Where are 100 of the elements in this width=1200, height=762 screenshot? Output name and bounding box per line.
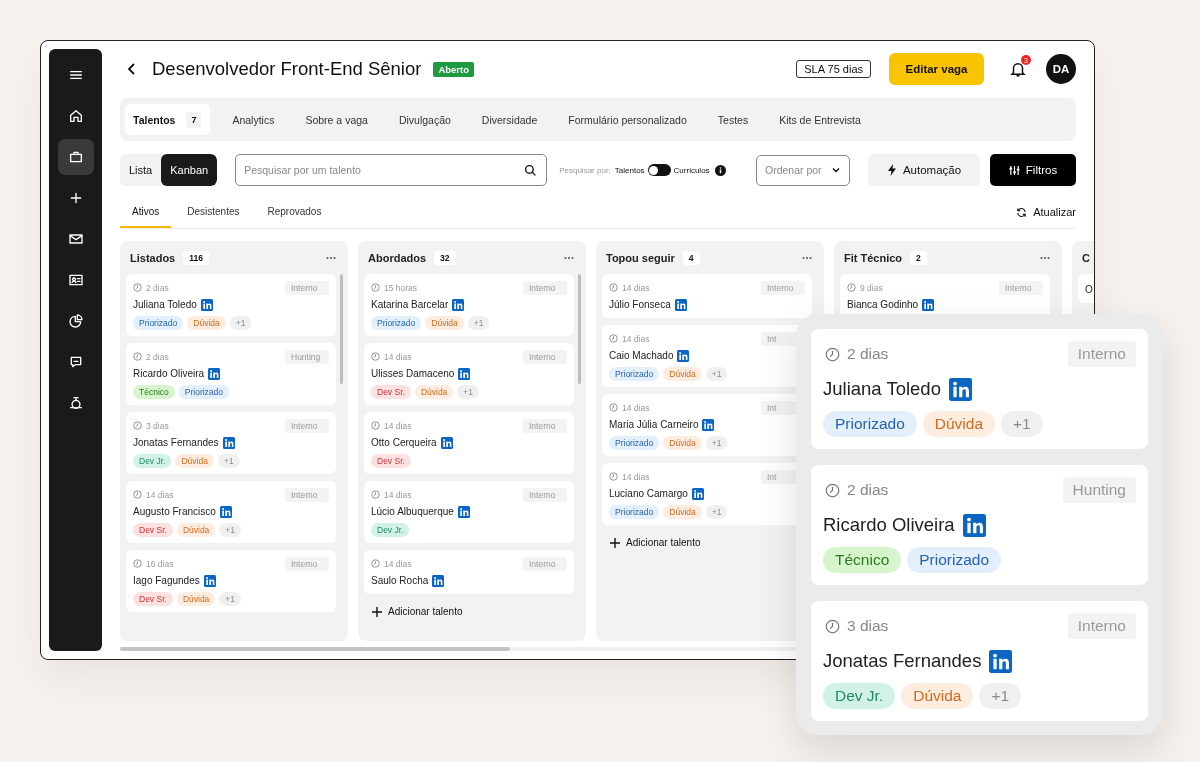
linkedin-icon[interactable]: [457, 505, 470, 518]
linkedin-icon[interactable]: [219, 505, 232, 518]
tag: +1: [229, 315, 252, 330]
clock-icon: [371, 559, 380, 568]
more-icon[interactable]: [326, 255, 336, 260]
more-icon[interactable]: [1040, 255, 1050, 260]
candidate-name: O: [1085, 284, 1093, 295]
elapsed-time: 14 dias: [384, 351, 412, 362]
linkedin-icon[interactable]: [200, 298, 213, 311]
linkedin-icon[interactable]: [674, 298, 687, 311]
candidate-card[interactable]: 2 dias Interno Juliana Toledo Priorizado Dúvida +1: [126, 274, 336, 336]
scrollbar[interactable]: [340, 274, 343, 384]
candidate-card[interactable]: 15 horas Interno Katarina Barcelar Priorizado Dúvida +1: [364, 274, 574, 336]
toggle-switch[interactable]: [647, 164, 671, 176]
search-by-label: Pesquisar por:: [559, 165, 611, 175]
candidate-name: Luciano Camargo: [609, 488, 688, 499]
clock-icon: [847, 283, 856, 292]
linkedin-icon[interactable]: [691, 487, 704, 500]
tab[interactable]: Diversidade: [473, 104, 547, 135]
elapsed-time: 3 dias: [146, 420, 169, 431]
sidebar-item[interactable]: [57, 139, 94, 175]
linkedin-icon[interactable]: [989, 649, 1013, 673]
tab[interactable]: Formulário personalizado: [560, 104, 696, 135]
column-count: 32: [434, 250, 456, 265]
view-option[interactable]: Lista: [120, 154, 162, 186]
briefcase-icon: [67, 149, 84, 165]
linkedin-icon[interactable]: [432, 574, 445, 587]
tag: Dev Jr.: [823, 683, 896, 709]
source-tag: Interno: [523, 418, 567, 433]
add-talent-button[interactable]: Adicionar talento: [610, 537, 701, 548]
candidate-card[interactable]: 14 dias Interno Lúcio Albuquerque Dev Jr.: [364, 481, 574, 543]
linkedin-icon[interactable]: [962, 513, 986, 537]
tag: Dev Sr.: [133, 522, 173, 537]
contact-card-icon: [67, 272, 84, 288]
view-option[interactable]: Kanban: [161, 154, 218, 186]
elapsed-time: 3 dias: [847, 617, 889, 635]
status-tab[interactable]: Reprovados: [255, 196, 334, 228]
sla-badge: SLA 75 dias: [796, 60, 871, 78]
plus-icon: [372, 606, 382, 617]
elapsed-time: 2 dias: [146, 282, 169, 293]
info-icon[interactable]: [714, 164, 726, 176]
add-talent-button[interactable]: Adicionar talento: [372, 606, 463, 617]
candidate-name: Lúcio Albuquerque: [371, 506, 454, 517]
linkedin-icon[interactable]: [922, 298, 935, 311]
scrollbar[interactable]: [120, 647, 510, 651]
candidate-card[interactable]: 3 dias Interno Jonatas Fernandes Dev Jr. Dúvida +1: [126, 412, 336, 474]
tag: +1: [1001, 411, 1043, 437]
status-tab[interactable]: Ativos: [120, 196, 172, 228]
timer-icon: [67, 395, 84, 411]
candidate-card[interactable]: 2 dias Hunting Ricardo Oliveira Técnico Priorizado: [126, 343, 336, 405]
candidate-card[interactable]: 2 dias Interno Juliana Toledo Priorizado Dúvida +1: [811, 329, 1148, 449]
candidate-card[interactable]: 14 dias Interno Ulisses Damaceno Dev Sr. Dúvida +1: [364, 343, 574, 405]
more-icon[interactable]: [564, 255, 574, 260]
candidate-name: Caio Machado: [609, 350, 674, 361]
avatar[interactable]: DA: [1046, 54, 1076, 84]
linkedin-icon[interactable]: [208, 367, 221, 380]
tag: Priorizado: [609, 366, 660, 381]
automation-button[interactable]: Automação: [868, 154, 980, 186]
search-field[interactable]: Pesquisar por um talento: [235, 154, 548, 186]
linkedin-icon[interactable]: [452, 298, 465, 311]
tab[interactable]: Analytics: [224, 104, 284, 135]
linkedin-icon[interactable]: [948, 377, 972, 401]
scrollbar[interactable]: [578, 274, 581, 384]
candidate-card[interactable]: 14 dias Interno Augusto Francisco Dev Sr. Dúvida +1: [126, 481, 336, 543]
candidate-card[interactable]: 16 dias Interno Iago Fagundes Dev Sr. Dúvida +1: [126, 550, 336, 612]
source-tag: Interno: [1067, 613, 1136, 639]
tab[interactable]: Kits de Entrevista: [771, 104, 870, 135]
candidate-card[interactable]: 14 dias Interno Júlio Fonseca: [602, 274, 812, 318]
tag: Dúvida: [414, 384, 454, 399]
tag: Dev Jr.: [133, 453, 172, 468]
column-count: 116: [183, 250, 209, 265]
candidate-card[interactable]: 2 dias Hunting Ricardo Oliveira Técnico Priorizado: [811, 465, 1148, 585]
home-icon: [67, 108, 84, 124]
linkedin-icon[interactable]: [458, 367, 471, 380]
candidate-card[interactable]: 14 dias Interno Otto Cerqueira Dev Sr.: [364, 412, 574, 474]
filters-button[interactable]: Filtros: [990, 154, 1076, 186]
linkedin-icon[interactable]: [222, 436, 235, 449]
tag: +1: [217, 453, 240, 468]
tab[interactable]: Talentos 7: [125, 104, 211, 135]
tab[interactable]: Sobre a vaga: [297, 104, 377, 135]
column-title: Abordados: [368, 251, 427, 264]
linkedin-icon[interactable]: [440, 436, 453, 449]
candidate-name: Katarina Barcelar: [371, 299, 449, 310]
tab[interactable]: Divulgação: [390, 104, 460, 135]
tag: Dúvida: [922, 411, 996, 437]
candidate-card[interactable]: O: [1078, 274, 1094, 303]
tab[interactable]: Testes: [709, 104, 758, 135]
linkedin-icon[interactable]: [677, 349, 690, 362]
linkedin-icon[interactable]: [702, 418, 715, 431]
more-icon[interactable]: [802, 255, 812, 260]
refresh-button[interactable]: Atualizar: [1016, 196, 1076, 228]
source-tag: Interno: [761, 280, 805, 295]
edit-button[interactable]: Editar vaga: [889, 53, 984, 85]
status-tab[interactable]: Desistentes: [175, 196, 252, 228]
clock-icon: [133, 283, 142, 292]
candidate-card[interactable]: 3 dias Interno Jonatas Fernandes Dev Jr. Dúvida +1: [811, 601, 1148, 721]
sort-dropdown[interactable]: Ordenar por: [756, 154, 850, 186]
tag: Priorizado: [609, 504, 660, 519]
linkedin-icon[interactable]: [203, 574, 216, 587]
candidate-card[interactable]: 14 dias Interno Saulo Rocha: [364, 550, 574, 594]
